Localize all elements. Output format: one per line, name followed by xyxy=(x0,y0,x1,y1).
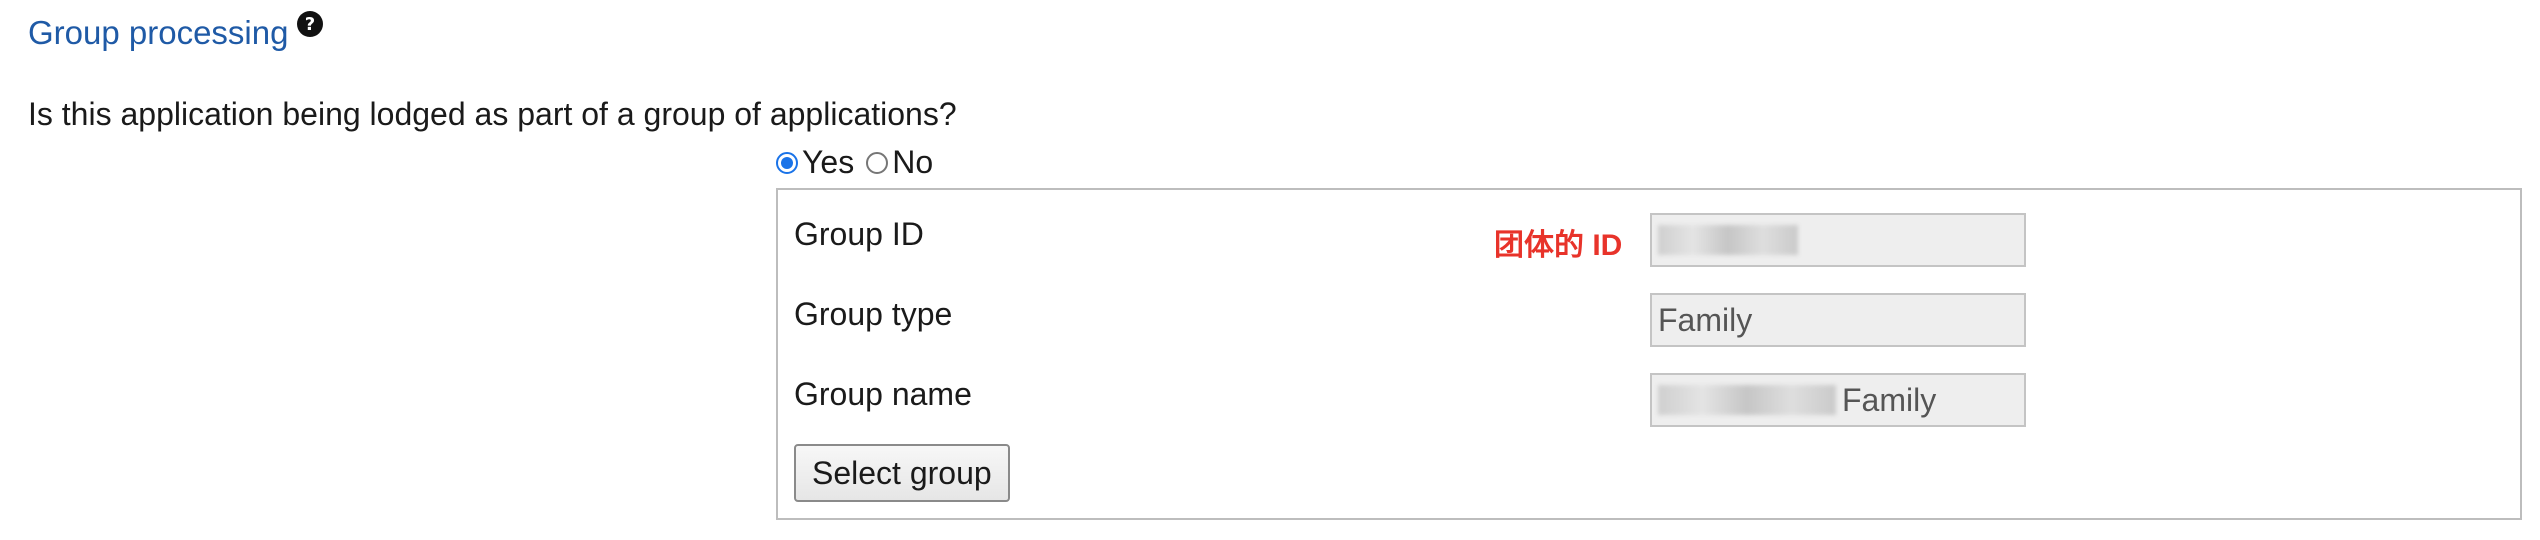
radio-yes[interactable] xyxy=(776,151,798,174)
group-id-field[interactable] xyxy=(1650,213,2026,267)
group-type-label: Group type xyxy=(794,296,953,332)
question-circle-icon[interactable]: ? xyxy=(296,10,324,38)
group-radio-group: Yes No xyxy=(776,144,945,181)
select-group-button[interactable]: Select group xyxy=(794,444,1010,502)
group-type-field[interactable]: Family xyxy=(1650,293,2026,347)
redacted-value xyxy=(1658,385,1836,415)
group-name-label: Group name xyxy=(794,376,972,412)
radio-yes-label[interactable]: Yes xyxy=(802,144,854,181)
group-details-panel xyxy=(776,188,2522,520)
group-name-field[interactable]: Family xyxy=(1650,373,2026,427)
redacted-value xyxy=(1658,225,1798,255)
section-title: Group processing ? xyxy=(28,11,324,52)
group-name-value: Family xyxy=(1842,381,1937,418)
group-question: Is this application being lodged as part… xyxy=(28,96,957,132)
group-id-annotation: 团体的 ID xyxy=(1494,229,1623,262)
radio-no[interactable] xyxy=(866,151,889,174)
svg-text:?: ? xyxy=(305,14,315,35)
radio-no-label[interactable]: No xyxy=(892,144,933,181)
group-type-value: Family xyxy=(1658,301,1753,338)
group-id-label: Group ID xyxy=(794,216,924,252)
section-title-text: Group processing xyxy=(28,14,289,51)
